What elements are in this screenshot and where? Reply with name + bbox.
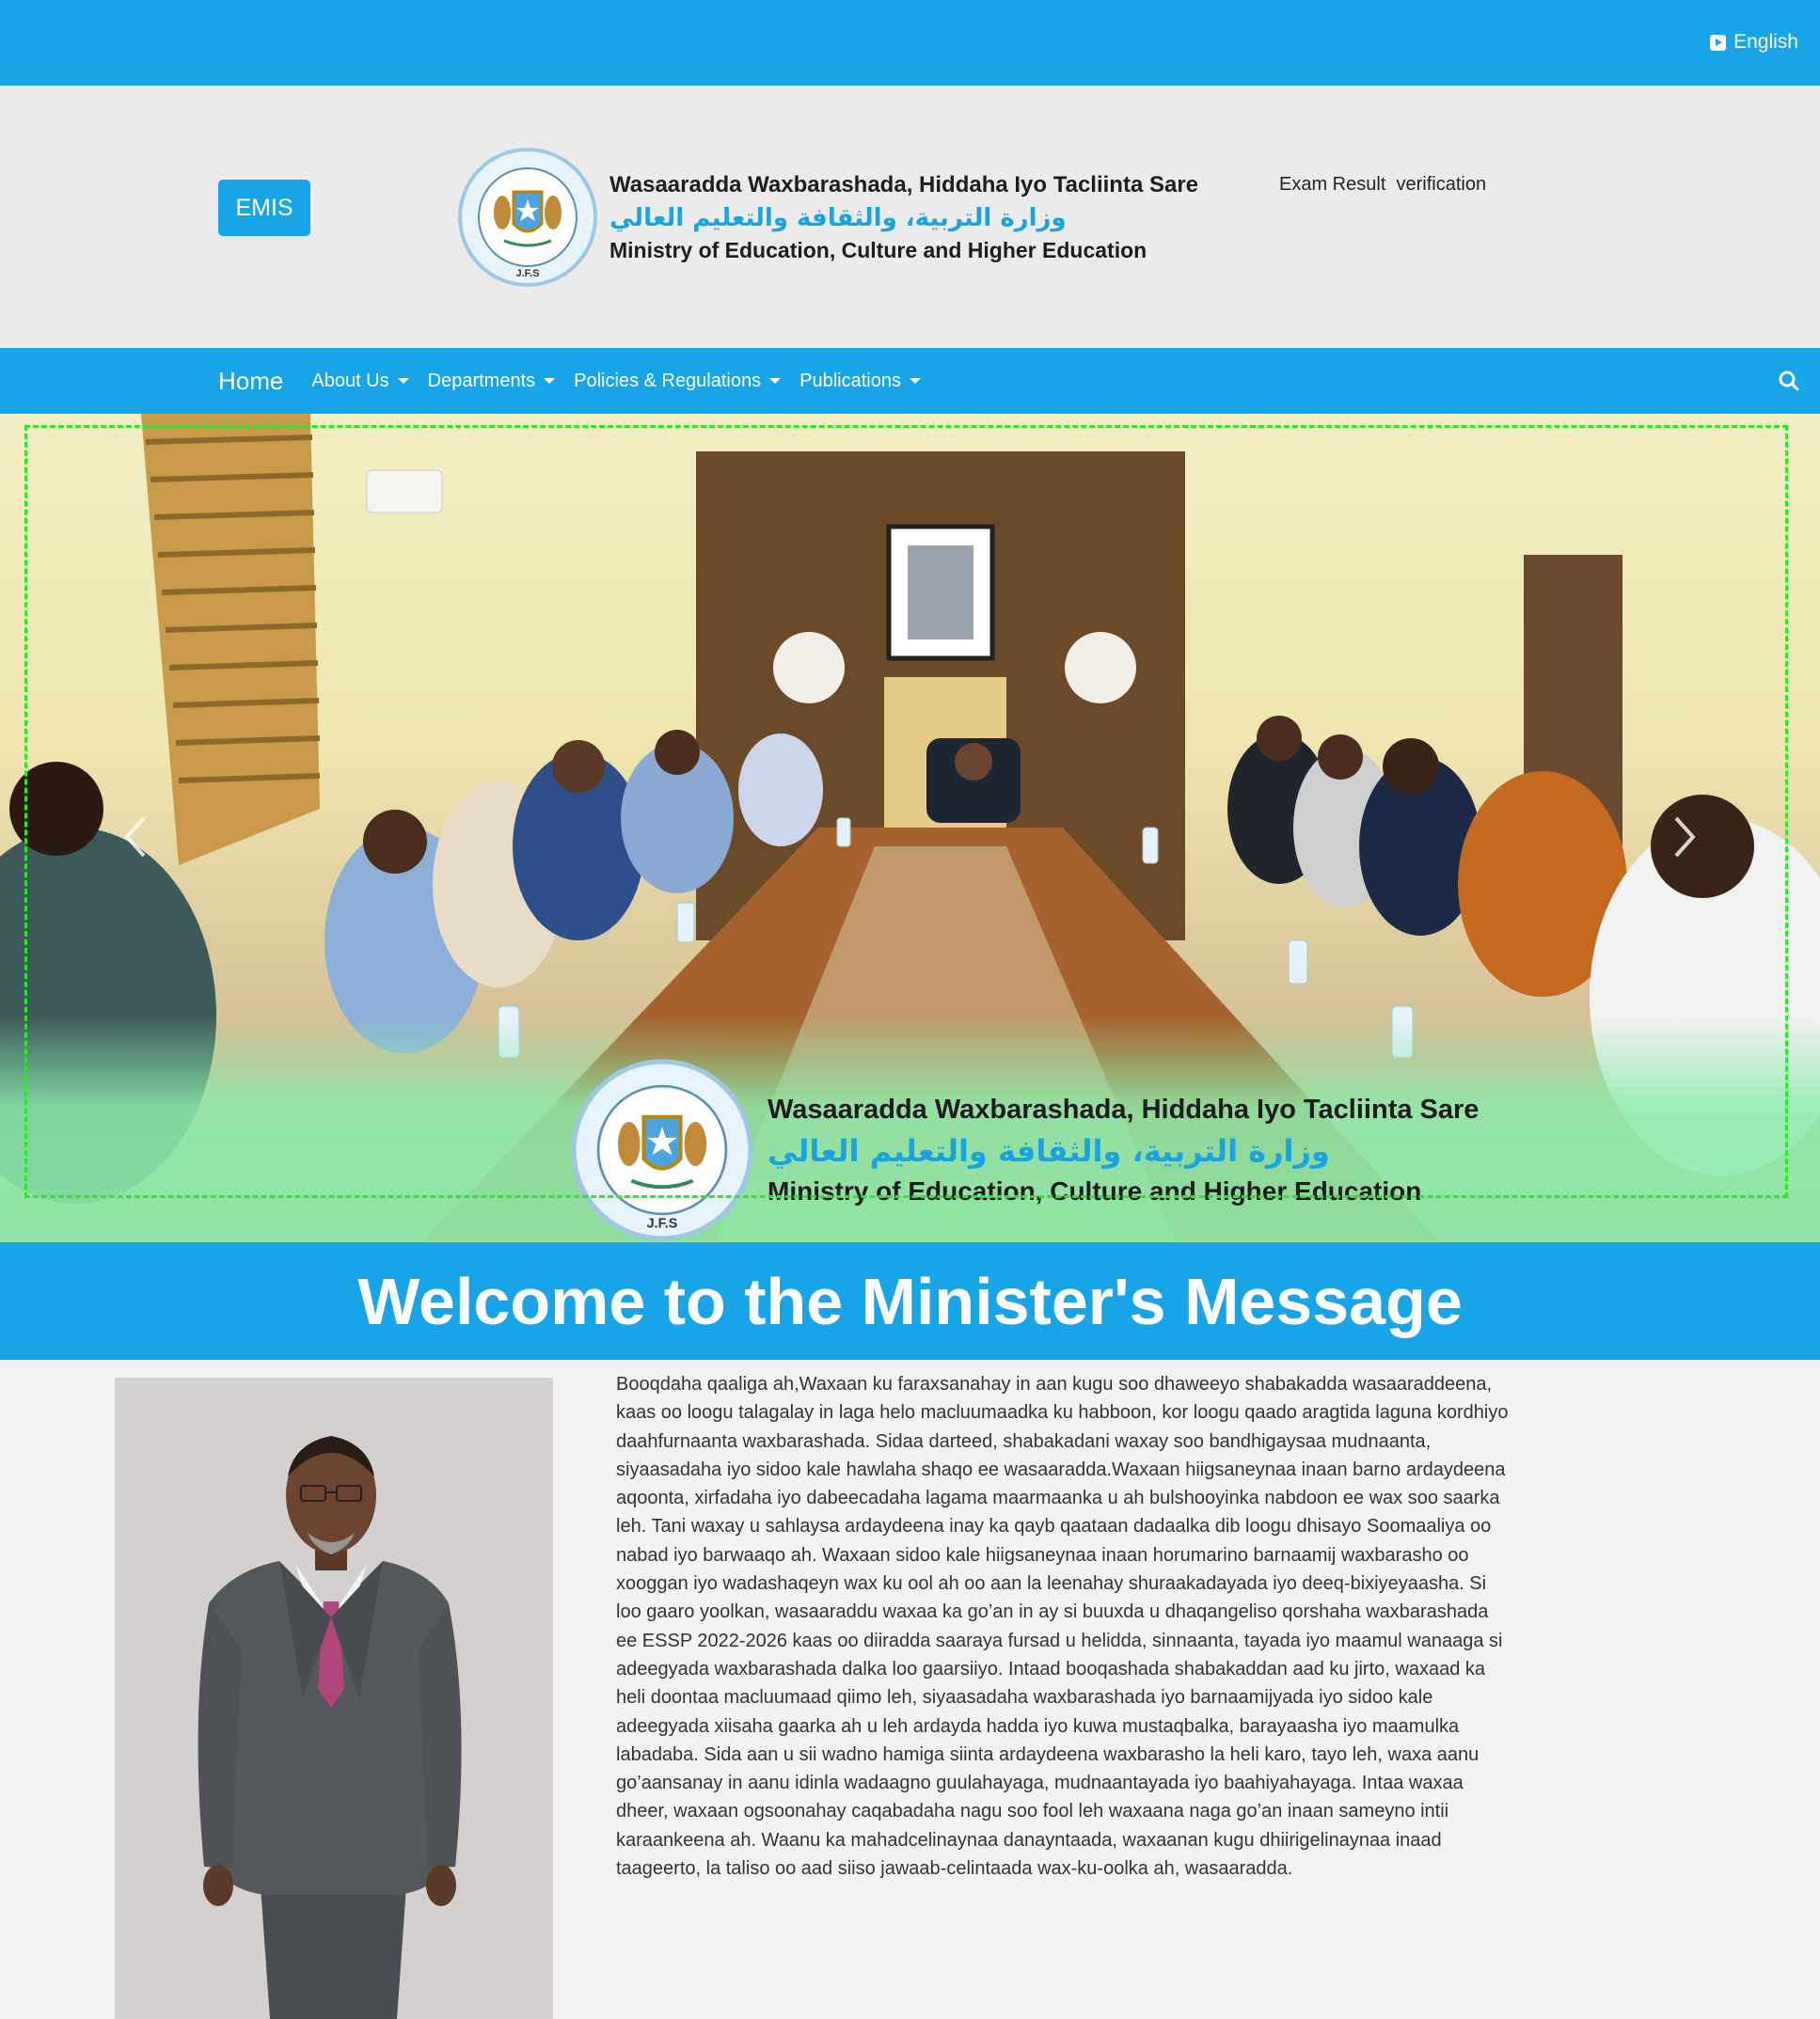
top-bar: English [0,0,1820,86]
nav-label: Departments [427,370,536,391]
welcome-title: Welcome to the Minister's Message [357,1264,1463,1338]
nav-policies-regulations[interactable]: Policies & Regulations [574,370,782,392]
welcome-section: Welcome to the Minister's Message [0,1242,1820,1360]
minister-message: Booqdaha qaaliga ah,Waxaan ku faraxsanah… [616,1374,1509,1880]
caret-down-icon [769,378,782,384]
chevron-left-icon[interactable] [118,809,155,865]
minister-portrait [115,1378,553,2019]
nav-about-us[interactable]: About Us [311,370,409,392]
main-nav: Home About Us Departments Policies & Reg… [0,348,1820,414]
caret-down-icon [909,378,921,384]
chevron-right-icon[interactable] [1665,809,1702,865]
search-icon[interactable] [1779,371,1799,391]
seal-initials: J.F.S [515,268,539,279]
language-switch[interactable]: English [1710,31,1798,54]
slide-frame [24,425,1788,1198]
nav-departments[interactable]: Departments [428,371,556,392]
exam-result-link[interactable]: Exam Result verification [1279,174,1486,196]
org-name-somali: Wasaaradda Waxbarashada, Hiddaha Iyo Tac… [609,171,1199,197]
nav-label: Policies & Regulations [574,370,762,391]
org-name-english: Ministry of Education, Culture and Highe… [609,237,1147,262]
site-header: EMIS J.F.S Wasaaradda Waxbarashada, Hidd… [0,86,1820,348]
org-name-arabic: وزارة التربية، والثقافة والتعليم العالي [609,203,1067,232]
nav-home[interactable]: Home [218,367,283,396]
seal-initials: J.F.S [647,1216,678,1231]
nav-label: Publications [799,370,901,391]
nav-label: About Us [311,370,389,391]
caret-down-icon [397,378,409,384]
caret-down-icon [544,378,556,384]
ministry-brand[interactable]: J.F.S Wasaaradda Waxbarashada, Hiddaha I… [457,147,1198,288]
emis-button[interactable]: EMIS [218,180,310,236]
ministry-seal: J.F.S [458,148,597,287]
minister-photo [115,1378,553,2019]
hero-carousel[interactable]: J.F.S Wasaaradda Waxbarashada, Hiddaha I… [0,414,1820,1242]
language-label: English [1733,31,1798,53]
language-play-icon [1710,34,1727,51]
nav-publications[interactable]: Publications [799,371,921,392]
